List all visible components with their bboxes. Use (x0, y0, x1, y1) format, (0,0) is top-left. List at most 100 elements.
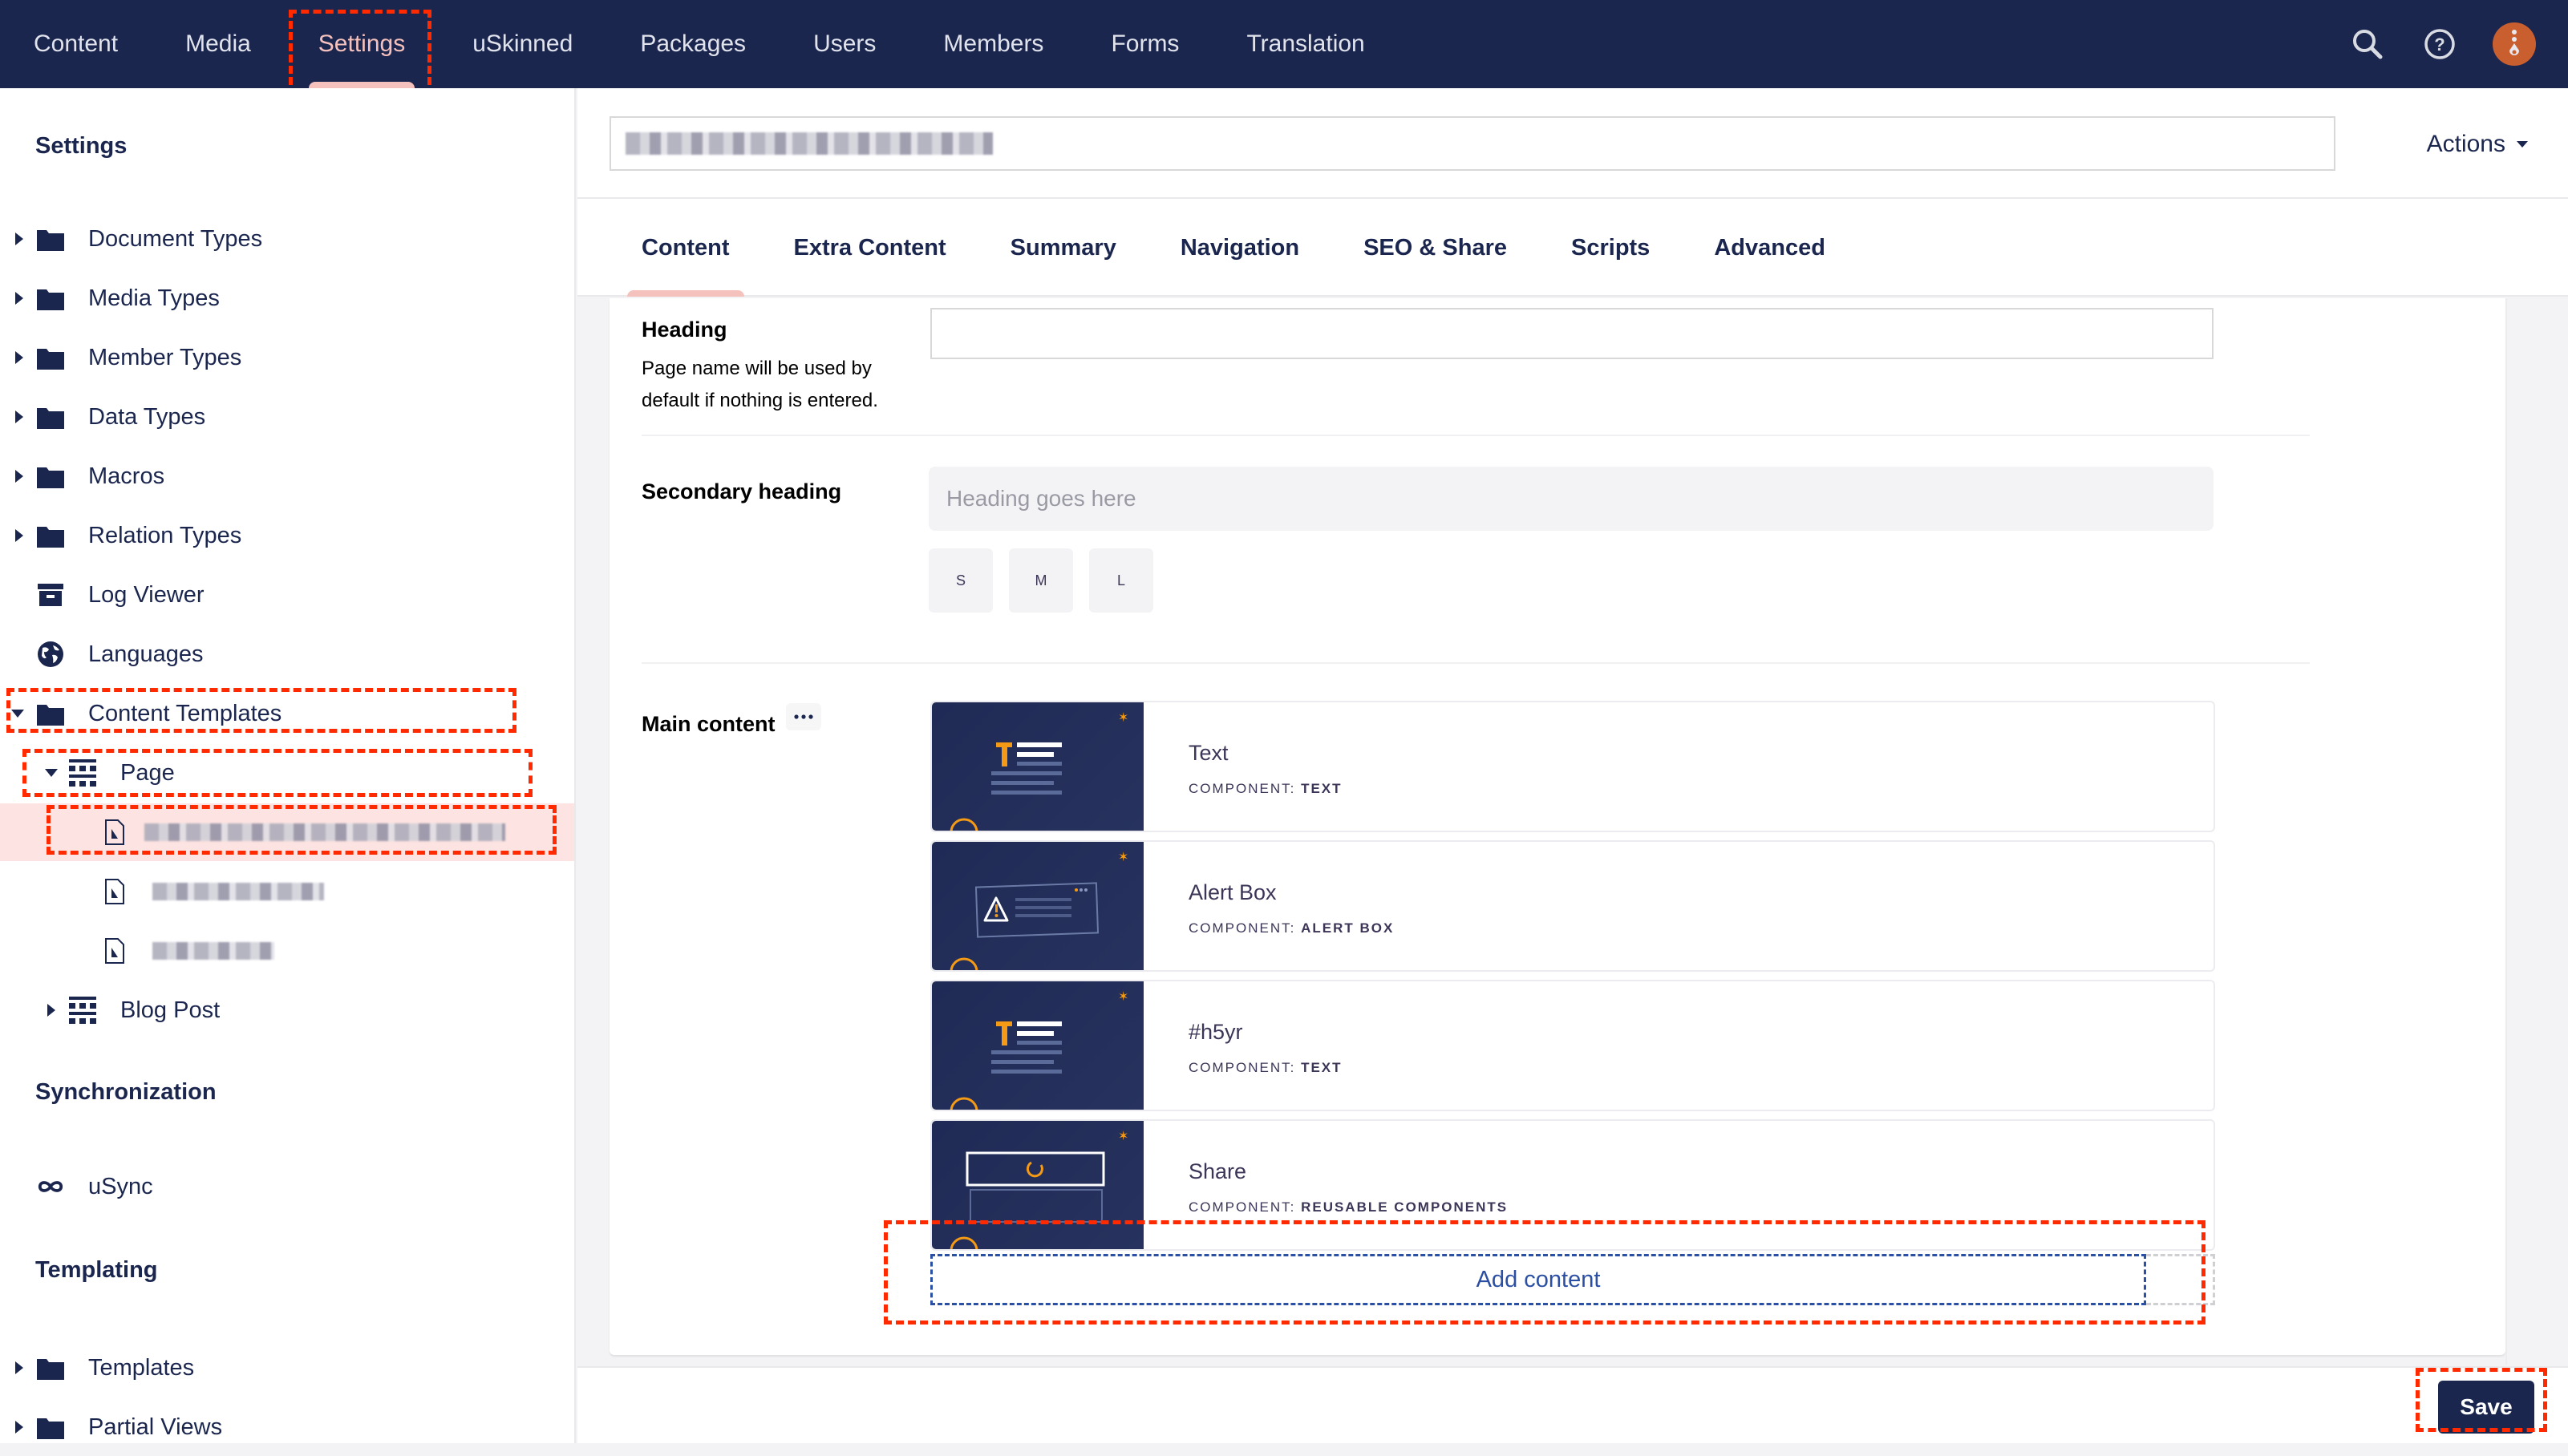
save-button[interactable]: Save (2438, 1381, 2534, 1434)
tab-navigation[interactable]: Navigation (1148, 199, 1331, 297)
tree-item-usync[interactable]: uSync (0, 1158, 574, 1215)
add-content-button[interactable]: Add content (930, 1254, 2146, 1305)
component-prefix: COMPONENT: (1189, 1060, 1296, 1075)
folder-icon (37, 463, 64, 490)
infinity-icon (37, 1173, 64, 1200)
nav-forms[interactable]: Forms (1077, 0, 1213, 88)
blueprint-icon (101, 878, 128, 905)
caret-right-icon[interactable] (13, 529, 26, 542)
nav-uskinned[interactable]: uSkinned (439, 0, 606, 88)
settings-tree-sidebar: Settings Document Types Media Types Memb… (0, 88, 576, 1443)
nav-packages[interactable]: Packages (606, 0, 780, 88)
tree-item-label-blurred (152, 942, 274, 960)
tree-item-macros[interactable]: Macros (0, 447, 574, 505)
actions-dropdown[interactable]: Actions (2427, 120, 2528, 168)
tab-summary[interactable]: Summary (978, 199, 1148, 297)
tab-advanced[interactable]: Advanced (1682, 199, 1857, 297)
svg-text:✶: ✶ (1118, 1130, 1128, 1143)
tree-item-template[interactable] (0, 863, 574, 920)
folder-icon (37, 285, 64, 312)
folder-icon (37, 403, 64, 431)
nav-settings[interactable]: Settings (285, 0, 439, 88)
caret-down-icon (2517, 141, 2528, 148)
nav-members[interactable]: Members (909, 0, 1077, 88)
block-thumbnail-text: ✶ (932, 981, 1144, 1110)
nav-media[interactable]: Media (152, 0, 285, 88)
caret-right-icon[interactable] (13, 233, 26, 245)
caret-right-icon[interactable] (13, 1361, 26, 1374)
tree-item-member-types[interactable]: Member Types (0, 329, 574, 386)
nav-users[interactable]: Users (780, 0, 909, 88)
caret-right-icon[interactable] (13, 470, 26, 483)
tree-item-relation-types[interactable]: Relation Types (0, 507, 574, 564)
nav-content[interactable]: Content (0, 0, 152, 88)
globe-icon (37, 641, 64, 668)
tree-item-log-viewer[interactable]: Log Viewer (0, 566, 574, 624)
tree-item-languages[interactable]: Languages (0, 625, 574, 683)
size-medium-button[interactable]: M (1009, 548, 1073, 613)
content-name-input[interactable] (610, 116, 2335, 171)
caret-right-icon[interactable] (13, 1421, 26, 1434)
block-item-share[interactable]: ✶ Share COMPONENT: REUSABLE COMPONENTS (930, 1119, 2215, 1251)
component-prefix: COMPONENT: (1189, 1199, 1296, 1215)
heading-description-line: Page name will be used by (642, 358, 872, 379)
svg-text:✶: ✶ (1118, 990, 1128, 1004)
editor-header: Actions (577, 88, 2568, 199)
tree-item-label-blurred (144, 823, 505, 841)
block-item-h5yr[interactable]: ✶ #h5yr COMPONENT: TEXT (930, 980, 2215, 1111)
section-nav: Content Media Settings uSkinned Packages… (0, 0, 1399, 88)
heading-input[interactable] (930, 308, 2214, 359)
tree-item-blog-post[interactable]: Blog Post (0, 981, 574, 1039)
block-title: Alert Box (1189, 880, 1277, 904)
component-prefix: COMPONENT: (1189, 781, 1296, 796)
caret-down-icon[interactable] (11, 707, 24, 720)
svg-text:?: ? (2434, 34, 2444, 55)
tree-item-data-types[interactable]: Data Types (0, 388, 574, 446)
caret-right-icon[interactable] (45, 1004, 58, 1017)
caret-right-icon[interactable] (13, 411, 26, 423)
tree-item-label: Blog Post (120, 997, 221, 1023)
heading-description: Page name will be used by default if not… (642, 353, 878, 417)
component-name: ALERT BOX (1301, 920, 1395, 936)
nav-translation[interactable]: Translation (1213, 0, 1398, 88)
tab-extra-content[interactable]: Extra Content (762, 199, 978, 297)
tree-item-media-types[interactable]: Media Types (0, 269, 574, 327)
caret-right-icon[interactable] (13, 351, 26, 364)
svg-text:✶: ✶ (1118, 711, 1128, 725)
tree-item-partial-views[interactable]: Partial Views (0, 1398, 574, 1456)
tab-seo-share[interactable]: SEO & Share (1331, 199, 1539, 297)
tree-item-template[interactable] (0, 922, 574, 980)
folder-icon (37, 1414, 64, 1441)
caret-right-icon[interactable] (13, 292, 26, 305)
secondary-heading-input[interactable]: Heading goes here (929, 467, 2214, 531)
help-icon[interactable]: ? (2420, 25, 2459, 63)
tree-item-templates[interactable]: Templates (0, 1339, 574, 1397)
tree-item-label: Relation Types (88, 522, 242, 548)
block-item-text[interactable]: ✶ Text COMPONENT: TEXT (930, 701, 2215, 832)
user-avatar[interactable] (2493, 22, 2536, 66)
ellipsis-icon (794, 714, 813, 719)
add-content-extension (2146, 1254, 2215, 1305)
tree-item-page[interactable]: Page (0, 744, 574, 802)
more-options-button[interactable] (786, 703, 821, 730)
content-panel: Heading Page name will be used by defaul… (610, 298, 2505, 1355)
tree-item-content-templates[interactable]: Content Templates (0, 685, 574, 742)
caret-down-icon[interactable] (45, 766, 58, 779)
size-small-button[interactable]: S (929, 548, 993, 613)
blueprint-icon (101, 819, 128, 846)
name-value-blurred (626, 132, 993, 155)
block-item-alert-box[interactable]: ✶ Alert Box COMPONENT: ALERT BOX (930, 840, 2215, 972)
tab-scripts[interactable]: Scripts (1539, 199, 1682, 297)
tree-item-template-selected[interactable] (0, 803, 574, 861)
top-navigation-bar: Content Media Settings uSkinned Packages… (0, 0, 2568, 88)
search-icon[interactable] (2348, 25, 2387, 63)
tree-item-label: Macros (88, 463, 165, 489)
content-scrollbar[interactable] (2505, 298, 2568, 1365)
tree-item-label: Partial Views (88, 1414, 223, 1440)
tree-item-label-blurred (152, 883, 324, 900)
size-large-button[interactable]: L (1089, 548, 1153, 613)
tree-item-document-types[interactable]: Document Types (0, 210, 574, 268)
tab-content[interactable]: Content (610, 199, 762, 297)
property-divider (642, 662, 2310, 664)
tree-item-label: Document Types (88, 225, 263, 252)
